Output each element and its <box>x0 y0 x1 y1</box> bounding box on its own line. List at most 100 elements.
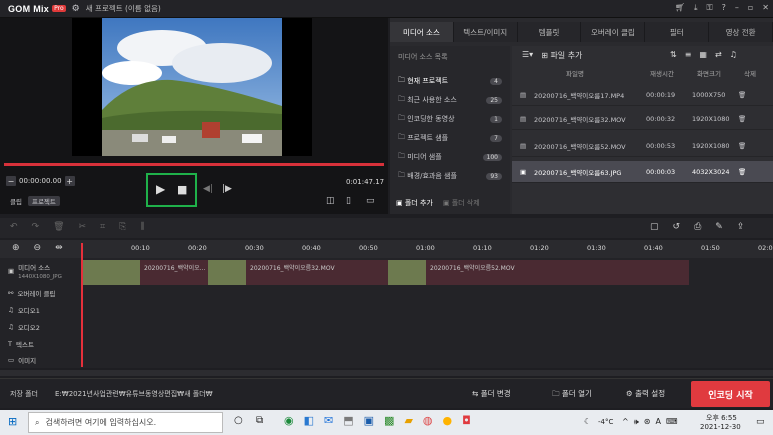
stop-icon[interactable]: ■ <box>177 183 187 196</box>
track-audio1[interactable]: ♫ 오디오1 <box>8 305 40 315</box>
tab-media-source[interactable]: 미디어 소스 <box>390 22 454 42</box>
add-folder-button[interactable]: ▣ 폴더 추가 <box>396 198 433 208</box>
close-icon[interactable]: ✕ <box>762 3 769 13</box>
app-icon[interactable]: ⬒ <box>343 414 353 427</box>
list-view-icon[interactable]: ☰▾ <box>522 50 533 61</box>
redo-icon[interactable]: ↷ <box>32 222 40 232</box>
clip-thumb[interactable] <box>82 260 140 285</box>
minus-button[interactable]: − <box>6 176 16 186</box>
trash-icon[interactable]: 🗑︎ <box>738 115 746 123</box>
volume-icon[interactable]: 🕪︎ <box>634 417 639 427</box>
network-icon[interactable]: ⊛ <box>644 417 651 427</box>
crop-icon[interactable]: ⌗ <box>100 222 105 232</box>
delete-folder-button[interactable]: ▣ 폴더 삭제 <box>443 198 480 208</box>
store-icon[interactable]: ◧ <box>304 414 314 427</box>
camera-icon[interactable]: ◫ <box>326 196 335 206</box>
tab-text-image[interactable]: 텍스트/이미지 <box>453 22 518 42</box>
tab-project[interactable]: 프로젝트 <box>27 196 60 206</box>
filter-icon[interactable]: ≡ <box>685 50 692 59</box>
source-item-recent[interactable]: 🗀︎ 최근 사용한 소스 25 <box>398 93 502 107</box>
copy-icon[interactable]: ⎘ <box>119 222 126 232</box>
language-icon[interactable]: A <box>655 417 660 427</box>
clip-thumb[interactable] <box>208 260 246 285</box>
source-item-encoded[interactable]: 🗀︎ 인코딩한 동영상 1 <box>398 112 502 126</box>
open-icon[interactable]: ↺ <box>673 222 681 232</box>
file-row[interactable]: ▤ 20200716_백약이오름32.MOV 00:00:32 1920X108… <box>512 108 773 130</box>
restore-icon[interactable]: ▫ <box>748 3 753 13</box>
minimize-icon[interactable]: – <box>735 3 739 13</box>
file-row[interactable]: ▤ 20200716_백약이오름52.MOV 00:00:53 1920X108… <box>512 135 773 157</box>
new-icon[interactable]: ▢ <box>650 222 659 232</box>
chrome-icon[interactable]: ◍ <box>423 414 433 427</box>
output-settings-button[interactable]: ⚙ 출력 설정 <box>626 388 665 399</box>
export-icon[interactable]: ⇪ <box>737 222 745 232</box>
cut-icon[interactable]: ✂ <box>79 222 87 232</box>
windows-start-icon[interactable]: ⊞ <box>8 415 17 428</box>
track-image[interactable]: ▭ 이미지 <box>8 355 36 365</box>
trash-icon[interactable]: 🗑︎ <box>738 91 746 99</box>
keyboard-icon[interactable]: ⌨ <box>666 417 678 427</box>
edge-icon[interactable]: ◉ <box>284 414 294 427</box>
ruler-tick-label: 00:40 <box>302 244 321 252</box>
sort-icon[interactable]: ⇅ <box>670 50 677 59</box>
notification-icon[interactable]: ▭ <box>756 417 765 427</box>
chevron-up-icon[interactable]: ^ <box>622 417 629 427</box>
prev-frame-icon[interactable]: ◀| <box>203 184 213 194</box>
cortana-icon[interactable]: ○ <box>234 415 243 426</box>
undo-icon[interactable]: ↶ <box>10 222 18 232</box>
split-icon[interactable]: ⫼ <box>140 222 144 232</box>
edit-icon[interactable]: ✎ <box>715 222 723 232</box>
tab-clip[interactable]: 클립 <box>10 196 22 206</box>
track-text[interactable]: T 텍스트 <box>8 339 34 349</box>
save-icon[interactable]: ⎙ <box>694 222 701 232</box>
fullscreen-icon[interactable]: ▭ <box>366 196 375 206</box>
preview-seekbar[interactable] <box>4 163 384 166</box>
next-frame-icon[interactable]: |▶ <box>222 184 232 194</box>
gom-mix-icon[interactable]: ◘ <box>462 414 471 427</box>
convert-icon[interactable]: ⇄ <box>715 50 722 59</box>
timeline-scrollbar[interactable] <box>0 370 773 376</box>
track-audio2[interactable]: ♫ 오디오2 <box>8 322 40 332</box>
tab-transition[interactable]: 영상 전환 <box>709 22 773 42</box>
timeline-ruler[interactable]: ⊕ ⊖ ⇹ 00:10 00:20 00:30 00:40 00:50 01:00 01:1… <box>0 240 773 258</box>
clip-thumb[interactable] <box>388 260 426 285</box>
explorer-icon[interactable]: ▰ <box>404 414 412 427</box>
tab-template[interactable]: 템플릿 <box>517 22 582 42</box>
split-view-icon[interactable]: ▯ <box>346 196 351 206</box>
network-app-icon[interactable]: ▣ <box>364 414 374 427</box>
trash-icon[interactable]: 🗑︎ <box>738 168 746 176</box>
open-folder-button[interactable]: 🗀︎ 폴더 열기 <box>552 388 592 401</box>
trash-icon[interactable]: 🗑︎ <box>738 142 746 150</box>
delete-icon[interactable]: 🗑︎ <box>53 222 64 232</box>
track-media[interactable]: ▣ 미디어 소스 1440X1080_JPG <box>8 262 62 280</box>
download-icon[interactable]: ⤓ <box>694 3 698 13</box>
track-overlay[interactable]: ⚯ 오버레이 클립 <box>8 288 55 298</box>
source-item-media-sample[interactable]: 🗀︎ 미디어 샘플 100 <box>398 150 502 164</box>
task-view-icon[interactable]: ⧉ <box>256 415 263 426</box>
mail-icon[interactable]: ✉ <box>324 414 333 427</box>
file-row-selected[interactable]: ▣ 20200716_백약이오름63.JPG 00:00:03 4032X302… <box>512 161 773 183</box>
source-item-bg-sample[interactable]: 🗀︎ 배경/효과음 샘플 93 <box>398 169 502 183</box>
excel-icon[interactable]: ▩ <box>384 414 394 427</box>
file-row[interactable]: ▤ 20200716_백약이오름17.MP4 00:00:19 1000X750… <box>512 84 773 106</box>
taskbar-search[interactable]: ⌕ 검색하려면 여기에 입력하십시오. <box>28 412 223 433</box>
gear-icon[interactable]: ⚙ <box>72 4 80 14</box>
cart-icon[interactable]: 🛒︎ <box>675 3 685 13</box>
video-filter-icon[interactable]: ▦ <box>699 50 707 59</box>
key-icon[interactable]: ⚿ <box>707 3 713 13</box>
source-item-project-sample[interactable]: 🗀︎ 프로젝트 샘플 7 <box>398 131 502 145</box>
encode-start-button[interactable]: 인코딩 시작 <box>691 381 770 407</box>
search-icon: ⌕ <box>35 417 40 427</box>
plus-button[interactable]: + <box>64 176 75 186</box>
source-item-current[interactable]: 🗀︎ 현재 프로젝트 4 <box>398 74 502 88</box>
add-file-button[interactable]: ⊞ 파일 추가 <box>541 50 582 61</box>
overlay-icon: ⚯ <box>8 289 14 297</box>
playhead[interactable] <box>81 243 83 367</box>
change-folder-button[interactable]: ⇆ 폴더 변경 <box>472 388 511 399</box>
music-icon[interactable]: ♫ <box>730 50 737 59</box>
play-icon[interactable]: ▶ <box>156 182 165 196</box>
tab-filter[interactable]: 필터 <box>645 22 710 42</box>
kakao-icon[interactable]: ● <box>443 414 453 427</box>
tab-overlay-clip[interactable]: 오버레이 클립 <box>581 22 646 42</box>
help-icon[interactable]: ? <box>722 3 726 13</box>
